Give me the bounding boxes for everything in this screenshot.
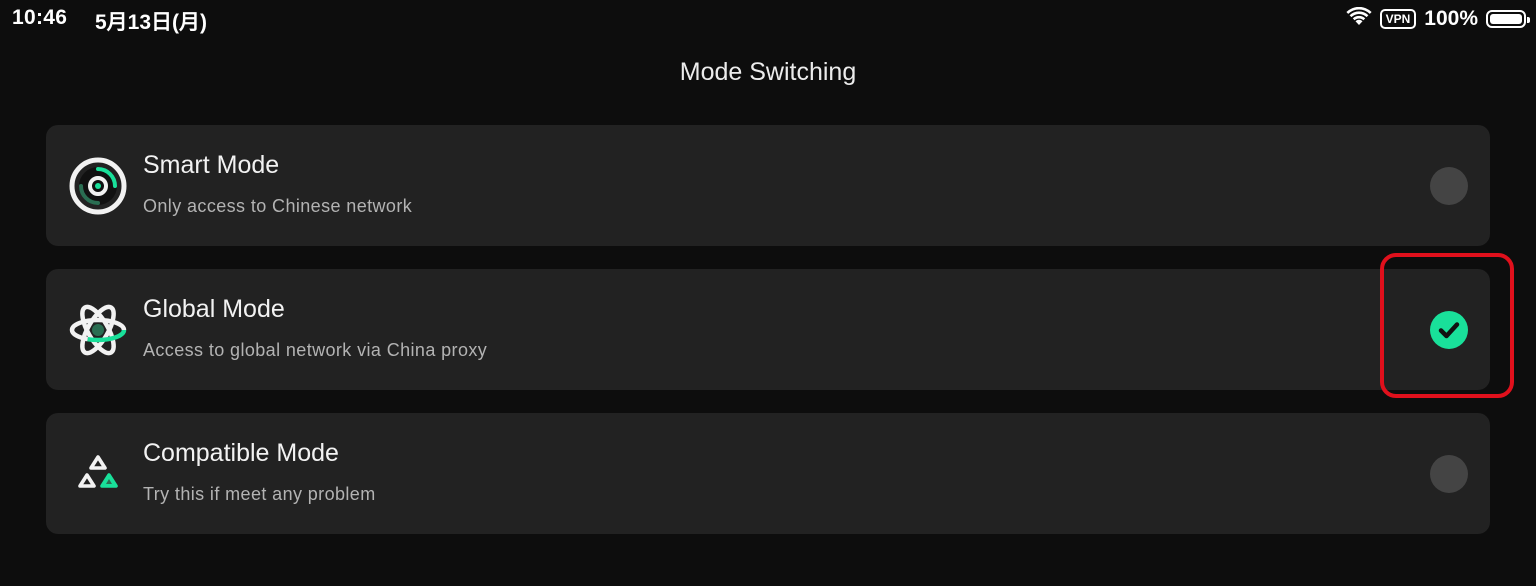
mode-option-global[interactable]: Global Mode Access to global network via… bbox=[46, 269, 1490, 390]
mode-title: Global Mode bbox=[143, 295, 285, 323]
mode-option-compatible[interactable]: Compatible Mode Try this if meet any pro… bbox=[46, 413, 1490, 534]
smart-mode-icon bbox=[68, 156, 128, 216]
radio-unselected[interactable] bbox=[1430, 455, 1468, 493]
status-time: 10:46 bbox=[12, 6, 68, 29]
status-bar: 10:46 5月13日(月) VPN 100% bbox=[0, 0, 1536, 38]
status-date: 5月13日(月) bbox=[95, 11, 208, 34]
mode-title: Smart Mode bbox=[143, 151, 280, 179]
compatible-mode-icon bbox=[68, 444, 128, 504]
mode-option-smart[interactable]: Smart Mode Only access to Chinese networ… bbox=[46, 125, 1490, 246]
wifi-icon bbox=[1345, 6, 1372, 32]
battery-icon bbox=[1486, 10, 1530, 28]
status-indicators: VPN 100% bbox=[1345, 6, 1530, 32]
battery-percent: 100% bbox=[1424, 7, 1478, 30]
mode-title: Compatible Mode bbox=[143, 439, 339, 467]
highlight-box bbox=[1380, 253, 1514, 398]
radio-unselected[interactable] bbox=[1430, 167, 1468, 205]
mode-description: Access to global network via China proxy bbox=[143, 340, 488, 360]
mode-description: Only access to Chinese network bbox=[143, 196, 413, 216]
global-mode-icon bbox=[68, 300, 128, 360]
vpn-badge: VPN bbox=[1379, 9, 1417, 29]
mode-description: Try this if meet any problem bbox=[143, 484, 376, 504]
page-title: Mode Switching bbox=[679, 58, 857, 86]
